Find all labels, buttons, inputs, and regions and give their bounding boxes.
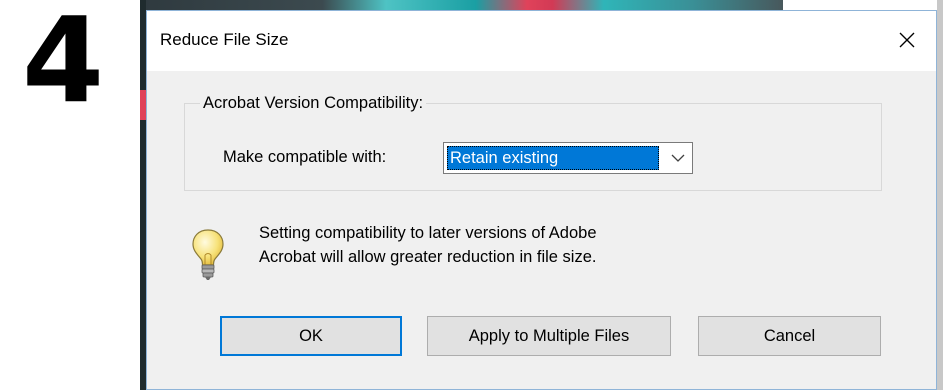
compatibility-dropdown[interactable]: Retain existing bbox=[443, 142, 693, 174]
reduce-file-size-dialog: Reduce File Size Acrobat Version Compati… bbox=[146, 10, 937, 390]
dialog-title: Reduce File Size bbox=[160, 30, 289, 49]
compatibility-group-legend: Acrobat Version Compatibility: bbox=[200, 94, 427, 113]
compatibility-label: Make compatible with: bbox=[223, 148, 387, 166]
step-number: 4 bbox=[21, 0, 105, 129]
info-message-line-1: Setting compatibility to later versions … bbox=[259, 224, 597, 242]
background-right-edge bbox=[937, 0, 943, 390]
close-icon bbox=[899, 32, 915, 48]
cancel-button[interactable]: Cancel bbox=[698, 316, 881, 356]
close-button[interactable] bbox=[892, 25, 922, 55]
lightbulb-icon bbox=[192, 229, 224, 280]
info-message: Setting compatibility to later versions … bbox=[259, 221, 779, 269]
ok-button[interactable]: OK bbox=[220, 316, 402, 356]
compatibility-dropdown-value: Retain existing bbox=[447, 146, 659, 170]
apply-to-multiple-files-button[interactable]: Apply to Multiple Files bbox=[427, 316, 671, 356]
info-message-line-2: Acrobat will allow greater reduction in … bbox=[259, 248, 597, 266]
dialog-titlebar: Reduce File Size bbox=[147, 11, 936, 71]
chevron-down-icon bbox=[671, 154, 685, 162]
